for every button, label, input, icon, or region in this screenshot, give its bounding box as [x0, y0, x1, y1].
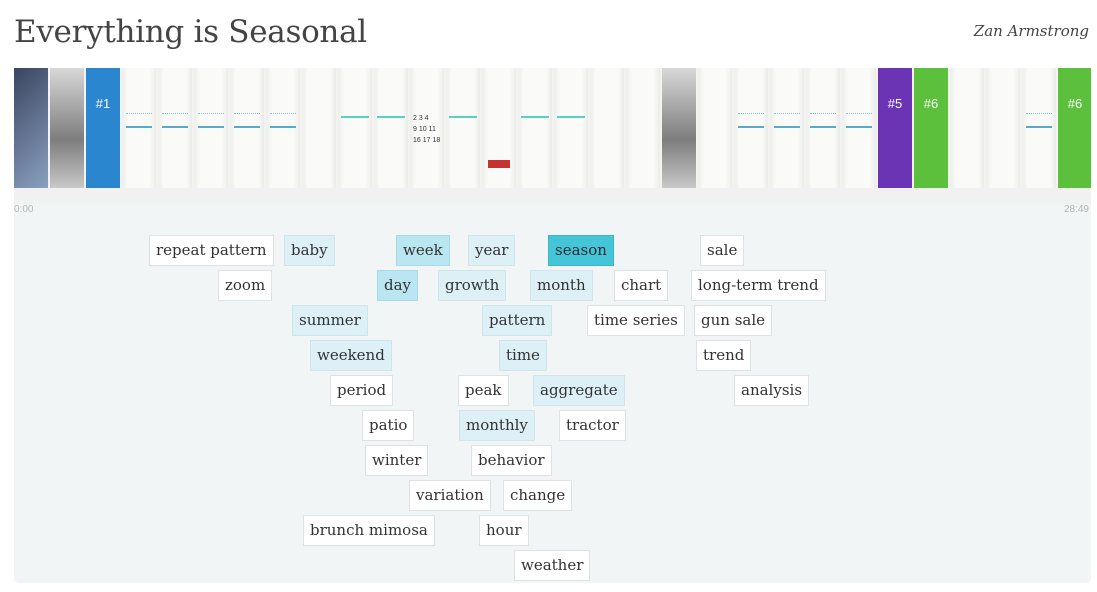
tag-day[interactable]: day	[377, 270, 419, 301]
tag-gun-sale[interactable]: gun sale	[694, 305, 773, 336]
tag-week[interactable]: week	[396, 235, 450, 266]
tag-chart[interactable]: chart	[614, 270, 669, 301]
slide-thumbnail[interactable]: #6	[1058, 68, 1091, 188]
tag-change[interactable]: change	[503, 480, 573, 511]
tag-peak[interactable]: peak	[458, 375, 509, 406]
slide-thumbnail[interactable]	[554, 68, 588, 188]
slide-thumbnail[interactable]	[518, 68, 552, 188]
tag-weekend[interactable]: weekend	[310, 340, 392, 371]
tag-variation[interactable]: variation	[409, 480, 491, 511]
slide-thumbnail[interactable]	[338, 68, 372, 188]
slide-thumbnail[interactable]	[698, 68, 732, 188]
slide-thumbnail[interactable]	[14, 68, 48, 188]
slide-thumbnail[interactable]	[626, 68, 660, 188]
slide-thumbnail[interactable]: #1	[86, 68, 120, 188]
slide-thumbnail[interactable]	[842, 68, 876, 188]
tag-monthly[interactable]: monthly	[459, 410, 535, 441]
slide-thumbnail[interactable]	[806, 68, 840, 188]
author-name: Zan Armstrong	[973, 22, 1089, 40]
tag-long-term-trend[interactable]: long-term trend	[691, 270, 826, 301]
tag-summer[interactable]: summer	[292, 305, 368, 336]
slide-thumbnail[interactable]	[446, 68, 480, 188]
slide-thumbnail[interactable]	[266, 68, 300, 188]
tag-year[interactable]: year	[468, 235, 516, 266]
slide-thumbnail-strip[interactable]: #1 #5 #6 #6	[14, 68, 1091, 188]
timeline-scrubber[interactable]	[14, 188, 1091, 204]
timeline-end-time: 28:49	[1063, 204, 1089, 215]
slide-thumbnail[interactable]	[122, 68, 156, 188]
slide-thumbnail[interactable]	[50, 68, 84, 188]
slide-number-label: #5	[887, 96, 903, 111]
slide-thumbnail[interactable]	[590, 68, 624, 188]
tag-behavior[interactable]: behavior	[471, 445, 552, 476]
tag-repeat-pattern[interactable]: repeat pattern	[149, 235, 274, 266]
tag-pattern[interactable]: pattern	[482, 305, 553, 336]
slide-thumbnail[interactable]: #5	[878, 68, 912, 188]
slide-thumbnail[interactable]	[1022, 68, 1056, 188]
tag-sale[interactable]: sale	[700, 235, 745, 266]
slide-thumbnail[interactable]	[770, 68, 804, 188]
slide-thumbnail[interactable]	[734, 68, 768, 188]
slide-thumbnail[interactable]	[374, 68, 408, 188]
tag-analysis[interactable]: analysis	[734, 375, 810, 406]
slide-number-label: #1	[95, 96, 111, 111]
tag-brunch-mimosa[interactable]: brunch mimosa	[303, 515, 435, 546]
slide-thumbnail[interactable]	[950, 68, 984, 188]
tag-weather[interactable]: weather	[514, 550, 591, 581]
tag-aggregate[interactable]: aggregate	[533, 375, 625, 406]
slide-number-label: #6	[923, 96, 939, 111]
tag-tractor[interactable]: tractor	[559, 410, 626, 441]
tag-trend[interactable]: trend	[696, 340, 752, 371]
tag-time-series[interactable]: time series	[587, 305, 685, 336]
slide-thumbnail[interactable]	[662, 68, 696, 188]
tag-hour[interactable]: hour	[479, 515, 529, 546]
slide-thumbnail[interactable]	[230, 68, 264, 188]
timeline-start-time: 0:00	[14, 204, 34, 215]
tag-patio[interactable]: patio	[362, 410, 415, 441]
tag-zoom[interactable]: zoom	[218, 270, 273, 301]
tag-baby[interactable]: baby	[284, 235, 335, 266]
page-title: Everything is Seasonal	[14, 14, 367, 50]
tag-time[interactable]: time	[499, 340, 547, 371]
tag-period[interactable]: period	[330, 375, 394, 406]
slide-thumbnail[interactable]	[194, 68, 228, 188]
slide-number-label: #6	[1067, 96, 1083, 111]
slide-thumbnail[interactable]	[986, 68, 1020, 188]
slide-thumbnail[interactable]	[410, 68, 444, 188]
slide-thumbnail[interactable]	[158, 68, 192, 188]
tag-season[interactable]: season	[548, 235, 614, 266]
slide-thumbnail[interactable]	[302, 68, 336, 188]
tag-growth[interactable]: growth	[438, 270, 507, 301]
tag-winter[interactable]: winter	[365, 445, 429, 476]
slide-thumbnail[interactable]	[482, 68, 516, 188]
slide-thumbnail[interactable]: #6	[914, 68, 948, 188]
tag-month[interactable]: month	[530, 270, 593, 301]
